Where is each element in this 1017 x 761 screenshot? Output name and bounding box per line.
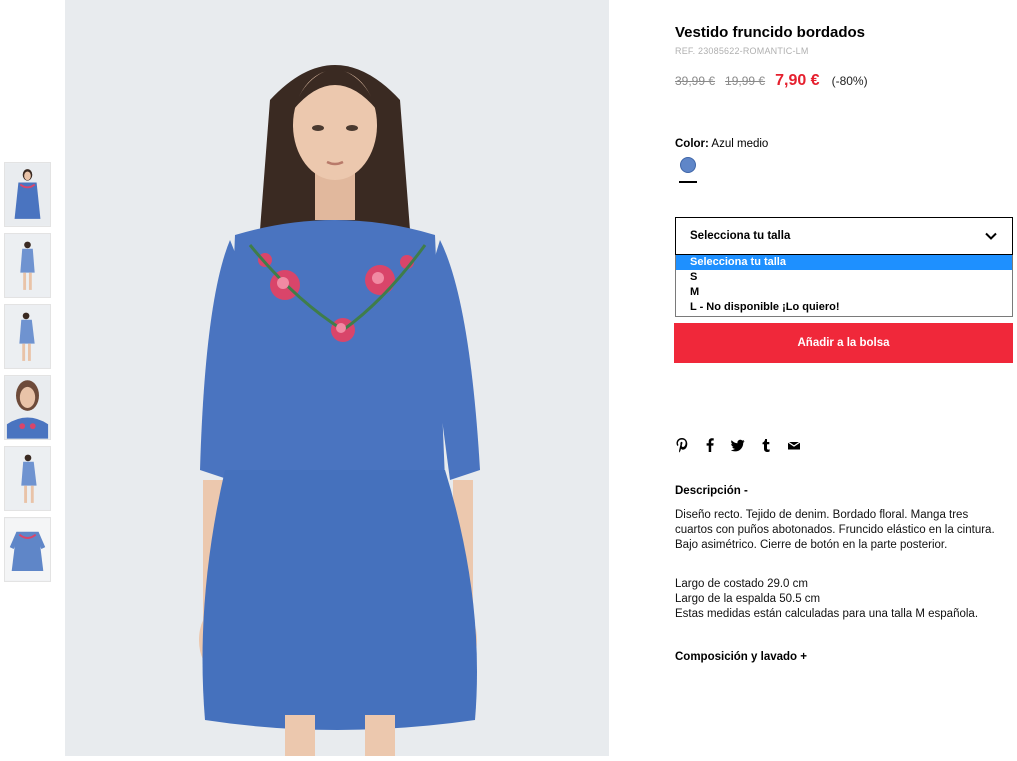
add-to-bag-button[interactable]: Añadir a la bolsa: [674, 323, 1013, 363]
size-option-m[interactable]: M: [676, 285, 1012, 300]
share-icons: [675, 436, 801, 454]
description-text: Diseño recto. Tejido de denim. Bordado f…: [675, 508, 1005, 563]
tumblr-icon[interactable]: [759, 437, 773, 453]
main-product-image[interactable]: [65, 0, 609, 756]
thumbnail-1[interactable]: [4, 162, 51, 227]
size-select-value: Selecciona tu talla: [690, 230, 791, 242]
chevron-down-icon: [985, 232, 997, 240]
color-label-row: Color: Azul medio: [675, 138, 768, 150]
color-label: Color:: [675, 138, 709, 150]
size-option-placeholder[interactable]: Selecciona tu talla: [676, 255, 1012, 270]
facebook-icon[interactable]: [703, 437, 717, 453]
size-option-l[interactable]: L - No disponible ¡Lo quiero!: [676, 300, 1012, 315]
mail-icon[interactable]: [787, 437, 801, 453]
discount-badge: (-80%): [831, 74, 868, 88]
thumbnail-2[interactable]: [4, 233, 51, 298]
color-swatch-azul-medio[interactable]: [680, 157, 696, 173]
selected-swatch-indicator: [679, 181, 697, 183]
description-toggle[interactable]: Descripción -: [675, 485, 748, 497]
thumbnail-6[interactable]: [4, 517, 51, 582]
composition-toggle[interactable]: Composición y lavado +: [675, 651, 807, 663]
product-title: Vestido fruncido bordados: [675, 24, 866, 41]
measurement-side-length: Largo de costado 29.0 cm: [675, 578, 808, 590]
measurement-note: Estas medidas están calculadas para una …: [675, 608, 979, 620]
product-reference: REF. 23085622-ROMANTIC-LM: [675, 46, 809, 56]
color-value: Azul medio: [711, 138, 769, 150]
description-paragraph: Diseño recto. Tejido de denim. Bordado f…: [675, 509, 995, 551]
current-price: 7,90 €: [775, 72, 820, 89]
twitter-icon[interactable]: [731, 437, 745, 453]
price-block: 39,99 € 19,99 € 7,90 € (-80%): [675, 72, 868, 90]
thumbnail-3[interactable]: [4, 304, 51, 369]
measurements-list: Largo de costado 29.0 cm Largo de la esp…: [675, 577, 1015, 622]
original-price: 39,99 €: [675, 74, 716, 88]
pinterest-icon[interactable]: [675, 437, 689, 453]
size-option-s[interactable]: S: [676, 270, 1012, 285]
thumbnail-5[interactable]: [4, 446, 51, 511]
size-dropdown: Selecciona tu talla S M L - No disponibl…: [675, 255, 1013, 317]
thumbnail-4[interactable]: [4, 375, 51, 440]
thumbnail-list: [4, 162, 51, 588]
measurement-back-length: Largo de la espalda 50.5 cm: [675, 593, 821, 605]
size-select[interactable]: Selecciona tu talla: [675, 217, 1013, 255]
previous-price: 19,99 €: [725, 74, 766, 88]
